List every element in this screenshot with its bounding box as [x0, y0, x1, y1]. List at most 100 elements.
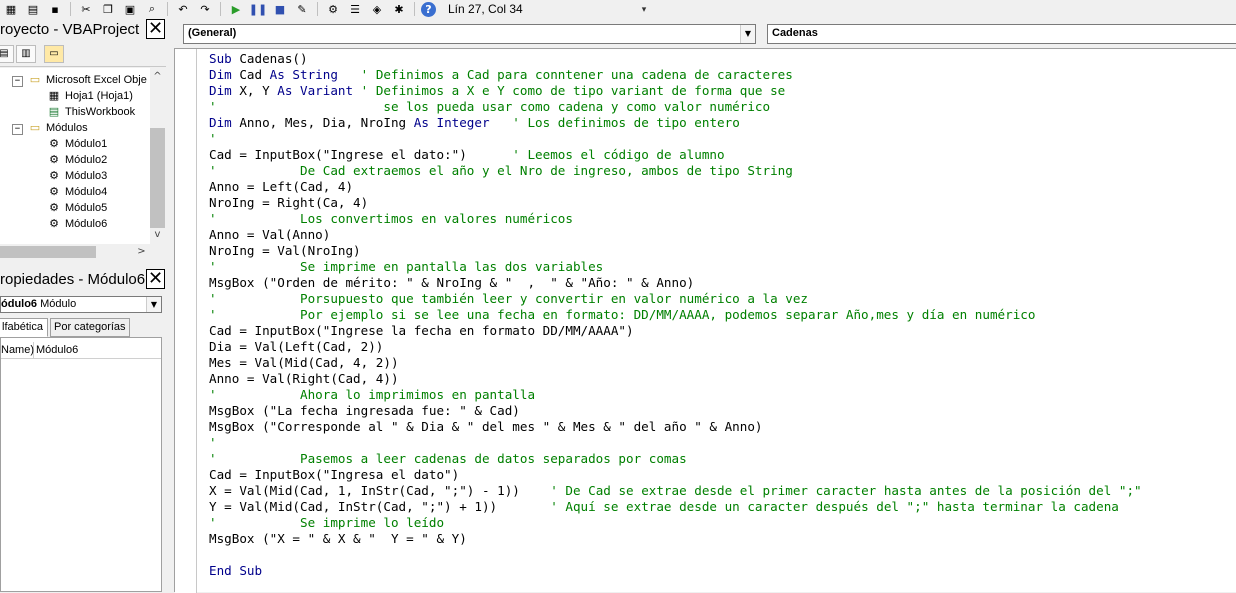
toolbox-icon[interactable]: ✱ — [390, 1, 408, 17]
code-line[interactable]: NroIng = Right(Ca, 4) — [209, 195, 1142, 211]
undo-icon[interactable]: ↶ — [174, 1, 192, 17]
tree-node[interactable]: ⚙ Módulo1 — [46, 136, 107, 152]
code-line[interactable]: Anno = Val(Right(Cad, 4)) — [209, 371, 1142, 387]
code-line[interactable]: MsgBox ("X = " & X & " Y = " & Y) — [209, 531, 1142, 547]
tree-node[interactable]: ⚙ Módulo4 — [46, 184, 107, 200]
code-keyword: As Variant — [277, 83, 354, 98]
code-keyword: As String — [269, 67, 338, 82]
chevron-down-icon[interactable]: ▼ — [146, 297, 161, 312]
copy-icon[interactable]: ❐ — [99, 1, 117, 17]
tree-node[interactable]: ⚙ Módulo2 — [46, 152, 107, 168]
project-tree[interactable]: − ▭ Microsoft Excel Obje ▦ Hoja1 (Hoja1)… — [0, 68, 150, 244]
run-icon[interactable]: ▶ — [227, 1, 245, 17]
pause-icon[interactable]: ❚❚ — [249, 1, 267, 17]
tree-scroll-thumb[interactable] — [150, 128, 165, 228]
code-line[interactable]: X = Val(Mid(Cad, 1, InStr(Cad, ";") - 1)… — [209, 483, 1142, 499]
help-icon[interactable]: ? — [421, 1, 436, 17]
design-mode-icon[interactable]: ✎ — [293, 1, 311, 17]
property-value[interactable]: Módulo6 — [36, 342, 78, 358]
code-line[interactable]: Dim X, Y As Variant ' Definimos a X e Y … — [209, 83, 1142, 99]
code-line[interactable]: Anno = Val(Anno) — [209, 227, 1142, 243]
code-line[interactable]: ' se los pueda usar como cadena y como v… — [209, 99, 1142, 115]
collapse-icon[interactable]: − — [12, 76, 23, 87]
tab-alphabetic[interactable]: lfabética — [0, 318, 48, 337]
code-line[interactable]: MsgBox ("La fecha ingresada fue: " & Cad… — [209, 403, 1142, 419]
code-line[interactable]: ' De Cad extraemos el año y el Nro de in… — [209, 163, 1142, 179]
tree-node[interactable]: ⚙ Módulo5 — [46, 200, 107, 216]
object-combobox[interactable]: (General) ▼ — [183, 24, 756, 44]
toolbar-options-icon[interactable]: ▾ — [640, 2, 648, 18]
close-icon[interactable]: ✕ — [146, 269, 165, 289]
scroll-right-icon[interactable]: > — [134, 245, 149, 259]
object-select[interactable]: ódulo6 Módulo ▼ — [0, 296, 162, 313]
paste-icon[interactable]: ▣ — [121, 1, 139, 17]
tree-node[interactable]: ⚙ Módulo6 — [46, 216, 107, 232]
code-line[interactable]: ' Se imprime lo leído — [209, 515, 1142, 531]
tree-node[interactable]: ▭ Microsoft Excel Obje — [27, 72, 147, 88]
project-explorer-icon[interactable]: ⚙ — [324, 1, 342, 17]
margin-indicator-bar[interactable] — [175, 49, 197, 593]
property-row[interactable]: Name) Módulo6 — [1, 342, 161, 359]
code-line[interactable]: ' — [209, 131, 1142, 147]
tree-node[interactable]: ▦ Hoja1 (Hoja1) — [46, 88, 133, 104]
code-line[interactable]: Y = Val(Mid(Cad, InStr(Cad, ";") + 1)) '… — [209, 499, 1142, 515]
view-code-icon[interactable]: ▤ — [0, 45, 14, 63]
code-lines[interactable]: Sub Cadenas() Dim Cad As String ' Definim… — [209, 51, 1142, 579]
code-line[interactable]: Anno = Left(Cad, 4) — [209, 179, 1142, 195]
insert-module-icon[interactable]: ▤ — [24, 1, 42, 17]
collapse-icon[interactable]: − — [12, 124, 23, 135]
code-line[interactable]: Mes = Val(Mid(Cad, 4, 2)) — [209, 355, 1142, 371]
code-line[interactable]: ' Porsupuesto que también leer y convert… — [209, 291, 1142, 307]
tree-hscroll-thumb[interactable] — [0, 246, 96, 258]
tree-node[interactable]: ▭ Módulos — [27, 120, 88, 136]
object-browser-icon[interactable]: ◈ — [368, 1, 386, 17]
code-keyword: Sub — [209, 51, 232, 66]
toolbar-separator — [70, 2, 71, 16]
scroll-up-icon[interactable]: ^ — [150, 70, 165, 84]
code-comment: ' — [209, 435, 217, 450]
code-line[interactable]: Dia = Val(Left(Cad, 2)) — [209, 339, 1142, 355]
tree-node[interactable]: ⚙ Módulo3 — [46, 168, 107, 184]
code-line[interactable]: MsgBox ("Corresponde al " & Dia & " del … — [209, 419, 1142, 435]
code-editor[interactable]: Sub Cadenas() Dim Cad As String ' Definim… — [174, 48, 1236, 593]
code-line[interactable]: Dim Cad As String ' Definimos a Cad para… — [209, 67, 1142, 83]
chevron-down-icon[interactable]: ▼ — [740, 25, 755, 43]
code-line[interactable]: ' Por ejemplo si se lee una fecha en for… — [209, 307, 1142, 323]
scrollbar-corner — [150, 244, 165, 261]
view-object-icon[interactable]: ▥ — [16, 45, 36, 63]
code-line[interactable]: Dim Anno, Mes, Dia, NroIng As Integer ' … — [209, 115, 1142, 131]
save-icon[interactable]: ▪ — [46, 1, 64, 17]
code-line[interactable]: Cad = InputBox("Ingrese el dato:") ' Lee… — [209, 147, 1142, 163]
cursor-position: Lín 27, Col 34 — [448, 2, 523, 16]
code-line[interactable] — [209, 547, 1142, 563]
module-icon: ⚙ — [49, 185, 59, 198]
redo-icon[interactable]: ↷ — [196, 1, 214, 17]
excel-icon[interactable]: ▦ — [2, 1, 20, 17]
toggle-folders-icon[interactable]: ▭ — [44, 45, 64, 63]
scroll-down-icon[interactable]: v — [150, 228, 165, 242]
code-line[interactable]: Cad = InputBox("Ingresa el dato") — [209, 467, 1142, 483]
code-text: Cad — [231, 67, 270, 82]
code-line[interactable]: ' Ahora lo imprimimos en pantalla — [209, 387, 1142, 403]
tab-categories[interactable]: Por categorías — [50, 318, 130, 337]
module-icon: ⚙ — [49, 153, 59, 166]
project-explorer-title: royecto - VBAProject — [0, 21, 140, 38]
properties-icon[interactable]: ☰ — [346, 1, 364, 17]
code-line[interactable]: End Sub — [209, 563, 1142, 579]
code-line[interactable]: NroIng = Val(NroIng) — [209, 243, 1142, 259]
code-line[interactable]: ' Se imprime en pantalla las dos variabl… — [209, 259, 1142, 275]
pane-splitter[interactable] — [166, 18, 174, 592]
code-line[interactable]: ' — [209, 435, 1142, 451]
code-line[interactable]: MsgBox ("Orden de mérito: " & NroIng & "… — [209, 275, 1142, 291]
tree-node[interactable]: ▤ ThisWorkbook — [46, 104, 135, 120]
close-icon[interactable]: ✕ — [146, 19, 165, 39]
find-icon[interactable]: ⌕ — [143, 1, 161, 17]
stop-icon[interactable]: ■ — [271, 1, 289, 17]
cut-icon[interactable]: ✂ — [77, 1, 95, 17]
code-line[interactable]: ' Pasemos a leer cadenas de datos separa… — [209, 451, 1142, 467]
code-line[interactable]: ' Los convertimos en valores numéricos — [209, 211, 1142, 227]
code-line[interactable]: Sub Cadenas() — [209, 51, 1142, 67]
code-line[interactable]: Cad = InputBox("Ingrese la fecha en form… — [209, 323, 1142, 339]
procedure-combobox[interactable]: Cadenas — [767, 24, 1236, 44]
properties-header: ropiedades - Módulo6 ✕ — [0, 268, 166, 292]
